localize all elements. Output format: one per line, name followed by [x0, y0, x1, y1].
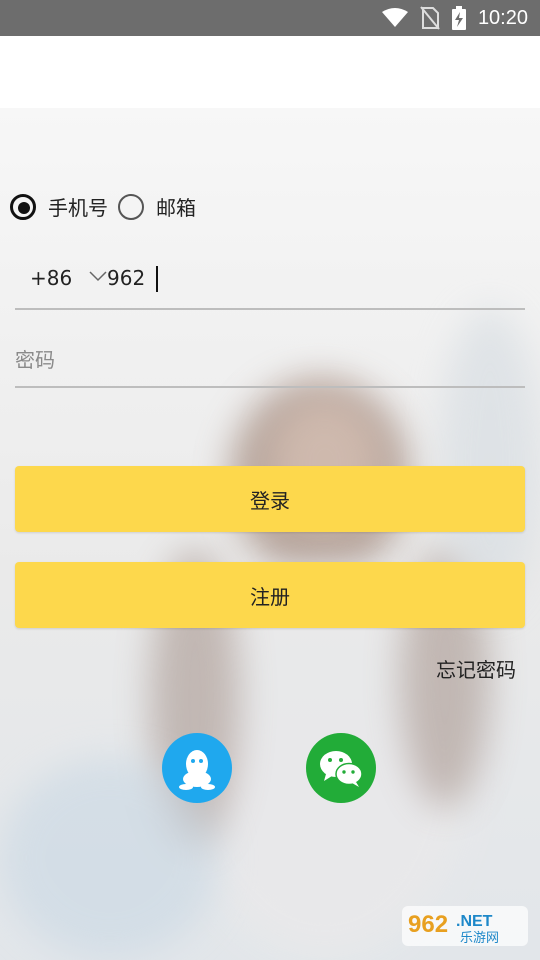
status-time: 10:20	[477, 6, 528, 29]
register-button[interactable]: 注册	[15, 562, 525, 628]
password-input[interactable]	[15, 340, 515, 380]
phone-input[interactable]: 962	[107, 266, 145, 290]
phone-field[interactable]: +86 962	[15, 260, 525, 310]
svg-text:962: 962	[408, 911, 448, 938]
wifi-icon	[381, 8, 408, 27]
radio-email[interactable]	[118, 193, 144, 220]
login-button[interactable]: 登录	[15, 466, 525, 532]
wechat-icon	[320, 751, 363, 787]
status-bar: 10:20	[0, 0, 540, 36]
qq-login-button[interactable]	[162, 733, 232, 803]
background-photo	[0, 108, 540, 960]
svg-text:.NET: .NET	[456, 913, 493, 930]
forgot-password-link[interactable]: 忘记密码	[436, 654, 516, 683]
radio-phone[interactable]	[10, 193, 36, 220]
password-field[interactable]	[15, 340, 525, 388]
country-code-selector[interactable]: +86	[30, 266, 72, 290]
login-type-group: 手机号 邮箱	[10, 192, 206, 221]
battery-charging-icon	[451, 6, 466, 30]
site-watermark-logo: 962 .NET 乐游网	[400, 902, 530, 954]
text-cursor	[156, 266, 158, 292]
chevron-down-icon[interactable]	[89, 264, 107, 286]
wechat-login-button[interactable]	[306, 733, 376, 803]
status-icons: 10:20	[381, 0, 528, 36]
svg-text:乐游网: 乐游网	[460, 931, 499, 946]
radio-email-label[interactable]: 邮箱	[156, 192, 196, 221]
qq-icon	[179, 750, 215, 790]
no-sim-icon	[420, 6, 440, 30]
header-area	[0, 36, 540, 108]
radio-phone-label[interactable]: 手机号	[48, 192, 108, 221]
